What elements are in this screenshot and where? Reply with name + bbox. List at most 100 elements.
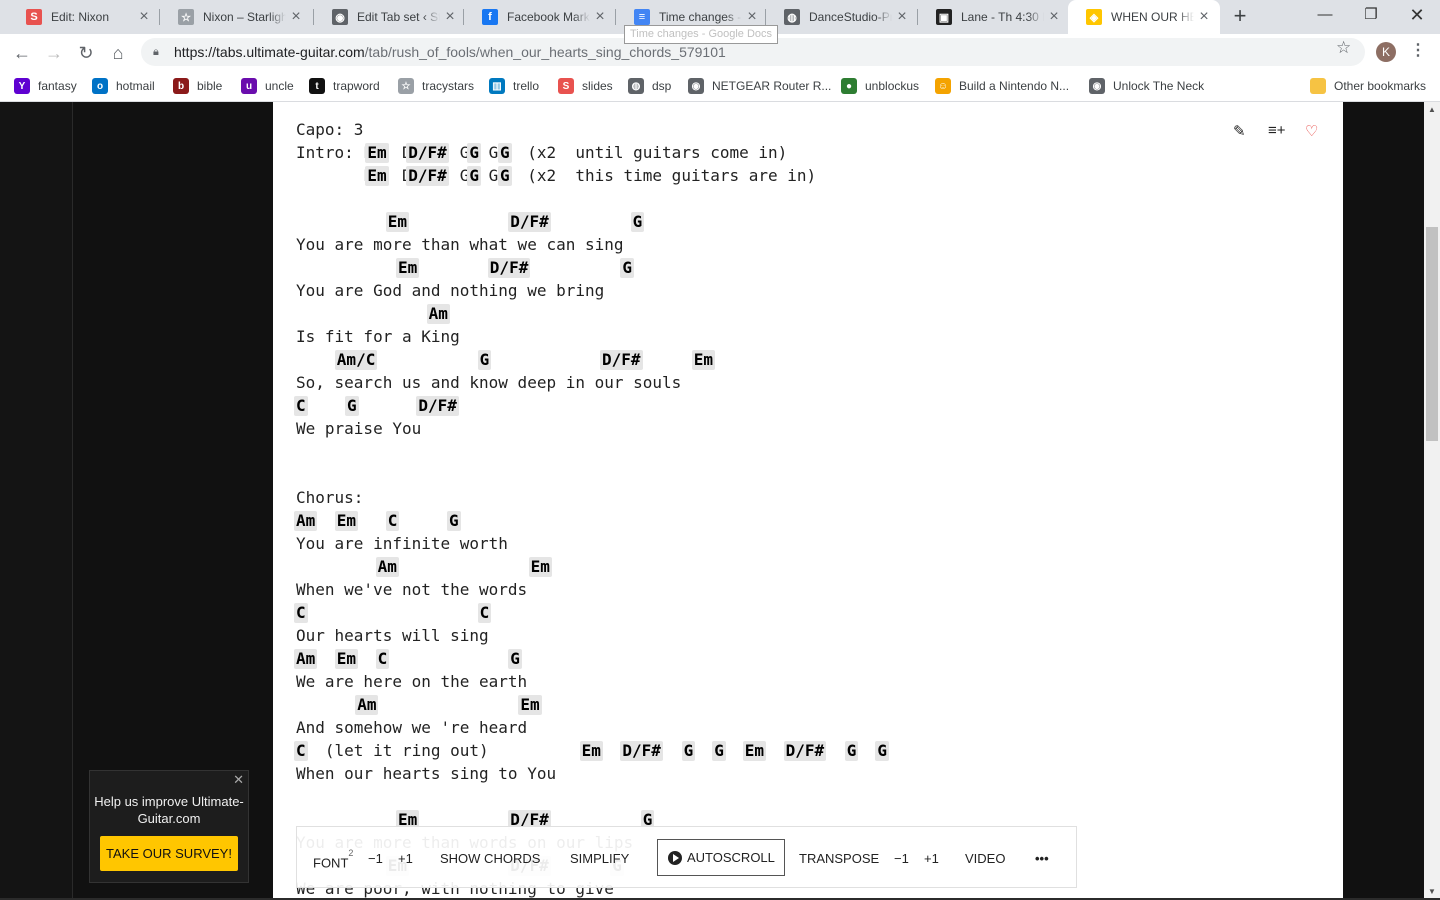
chord[interactable]: G (875, 741, 890, 761)
chord[interactable]: Em (365, 166, 389, 186)
browser-tab[interactable]: ◈ WHEN OUR HEARTS SING× (1068, 0, 1220, 34)
chord[interactable]: D/F# (406, 166, 449, 186)
bookmark-item[interactable]: ☺ Build a Nintendo N... (935, 76, 1069, 96)
close-tab-icon[interactable]: × (590, 8, 610, 26)
chord[interactable]: G (477, 350, 492, 370)
close-tab-icon[interactable]: × (134, 8, 154, 26)
chord[interactable]: D/F# (416, 396, 459, 416)
add-to-playlist-icon[interactable]: ≡+ (1268, 122, 1286, 139)
chord[interactable]: G (712, 741, 726, 761)
chord[interactable]: Em (385, 212, 410, 232)
home-icon[interactable]: ⌂ (104, 39, 132, 67)
autoscroll-button[interactable]: AUTOSCROLL (657, 839, 785, 876)
bookmark-item[interactable]: ◍ dsp (628, 76, 671, 96)
chord[interactable]: G (620, 258, 635, 278)
forward-arrow-icon[interactable]: → (40, 39, 68, 67)
chord[interactable]: G (681, 741, 696, 761)
chord[interactable]: D/F# (487, 258, 531, 278)
page-scrollbar[interactable]: ▲ ▼ (1424, 102, 1440, 900)
scroll-up-arrow-icon[interactable]: ▲ (1424, 103, 1440, 117)
chord[interactable]: C (375, 649, 390, 669)
reload-icon[interactable]: ↻ (72, 39, 100, 67)
chord[interactable]: Em (334, 511, 359, 531)
close-icon[interactable]: ✕ (233, 772, 244, 788)
bookmark-item[interactable]: ◉ NETGEAR Router R... (688, 76, 831, 96)
chord[interactable]: G (345, 396, 359, 416)
chord[interactable]: Em (396, 258, 420, 278)
chord[interactable]: Am (294, 511, 318, 531)
chord[interactable]: Am (294, 649, 318, 669)
more-options-icon[interactable]: ••• (1035, 850, 1049, 868)
bookmark-item[interactable]: ▥ trello (489, 76, 539, 96)
bookmark-item[interactable]: ◉ Unlock The Neck (1089, 76, 1204, 96)
chord[interactable]: G (498, 143, 512, 163)
chord[interactable]: C (385, 511, 400, 531)
chord[interactable]: D/F# (783, 741, 827, 761)
video-button[interactable]: VIDEO (965, 850, 1005, 868)
chord[interactable]: C (294, 603, 308, 623)
bookmark-item[interactable]: t trapword (309, 76, 380, 96)
chord[interactable]: Em (365, 143, 389, 163)
profile-avatar[interactable]: K (1376, 42, 1396, 62)
chord[interactable]: G (467, 166, 482, 186)
chord[interactable]: G (630, 212, 645, 232)
close-window-button[interactable]: ✕ (1394, 0, 1440, 30)
chord[interactable]: G (498, 166, 512, 186)
chord[interactable]: Em (691, 350, 716, 370)
scroll-down-arrow-icon[interactable]: ▼ (1424, 885, 1440, 899)
browser-tab[interactable]: ◍ DanceStudio-Pro × (766, 0, 918, 34)
bookmark-item[interactable]: u uncle (241, 76, 294, 96)
edit-pencil-icon[interactable]: ✎ (1233, 122, 1246, 140)
chord[interactable]: Em (528, 557, 552, 577)
font-increase-button[interactable]: +1 (398, 850, 413, 868)
chord[interactable]: C (294, 741, 308, 761)
chord[interactable]: G (467, 143, 482, 163)
chord[interactable]: Em (742, 741, 767, 761)
bookmark-star-icon[interactable]: ☆ (1336, 38, 1351, 58)
new-tab-button[interactable]: + (1228, 4, 1252, 28)
chord[interactable]: D/F# (508, 212, 551, 232)
chord[interactable]: G (508, 649, 522, 669)
chord[interactable]: Am/C (334, 350, 378, 370)
bookmark-item[interactable]: b bible (173, 76, 222, 96)
browser-tab[interactable]: ◉ Edit Tab set ‹ Star× (314, 0, 466, 34)
chord[interactable]: Em (334, 649, 359, 669)
scrollbar-thumb[interactable] (1426, 227, 1438, 441)
chord[interactable]: Am (426, 304, 450, 324)
chord[interactable]: G (447, 511, 461, 531)
take-survey-button[interactable]: TAKE OUR SURVEY! (100, 836, 238, 871)
close-tab-icon[interactable]: × (742, 8, 762, 26)
bookmark-item[interactable]: ● unblockus (841, 76, 919, 96)
chord[interactable]: G (844, 741, 859, 761)
close-tab-icon[interactable]: × (1194, 8, 1214, 26)
chord[interactable]: D/F# (406, 143, 449, 163)
bookmark-item[interactable]: Yfantasy (14, 76, 77, 96)
chord[interactable]: C (294, 396, 308, 416)
font-decrease-button[interactable]: −1 (368, 850, 383, 868)
close-tab-icon[interactable]: × (1044, 8, 1064, 26)
simplify-button[interactable]: SIMPLIFY (570, 850, 629, 868)
browser-tab[interactable]: ▣ Lane - Th 4:30 PM× (918, 0, 1070, 34)
chord[interactable]: C (477, 603, 492, 623)
chord[interactable]: Em (518, 695, 542, 715)
bookmark-item[interactable]: o hotmail (92, 76, 155, 96)
bookmark-item[interactable]: Sslides (558, 76, 613, 96)
close-tab-icon[interactable]: × (286, 8, 306, 26)
show-chords-button[interactable]: SHOW CHORDS (440, 850, 540, 868)
maximize-button[interactable]: ❐ (1348, 0, 1394, 30)
transpose-up-button[interactable]: +1 (924, 850, 939, 868)
chord[interactable]: Am (375, 557, 399, 577)
close-tab-icon[interactable]: × (440, 8, 460, 26)
close-tab-icon[interactable]: × (892, 8, 912, 26)
chord[interactable]: Em (579, 741, 603, 761)
browser-menu-icon[interactable]: ⋮ (1410, 40, 1426, 60)
back-arrow-icon[interactable]: ← (8, 39, 36, 67)
chord[interactable]: D/F# (620, 741, 663, 761)
transpose-down-button[interactable]: −1 (894, 850, 909, 868)
favorite-heart-icon[interactable]: ♡ (1305, 122, 1318, 140)
chord[interactable]: Am (355, 695, 379, 715)
bookmark-item[interactable]: ☆ tracystars (398, 76, 474, 96)
browser-tab[interactable]: f Facebook Marketplace× (464, 0, 616, 34)
browser-tab[interactable]: ☆ Nixon – Starlight × (160, 0, 312, 34)
bookmark-item[interactable]: Other bookmarks (1310, 76, 1426, 96)
